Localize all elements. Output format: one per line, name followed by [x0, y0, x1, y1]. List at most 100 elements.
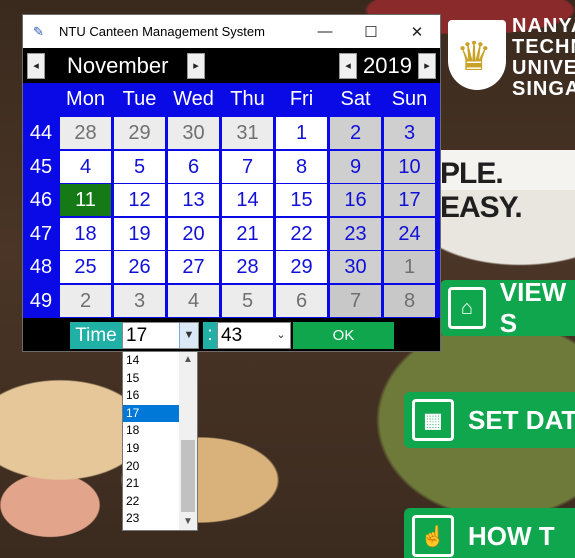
day-cell[interactable]: 22: [276, 217, 327, 250]
day-cell[interactable]: 30: [330, 251, 381, 284]
day-cell[interactable]: 11: [60, 184, 111, 217]
next-year-button[interactable]: ▸: [418, 52, 436, 79]
next-month-button[interactable]: ▸: [187, 52, 205, 79]
scroll-up-icon[interactable]: ▲: [179, 352, 197, 368]
minute-select[interactable]: 43 ⌄: [217, 322, 291, 349]
weekday-header: Sun: [391, 88, 428, 110]
day-cell[interactable]: 13: [168, 184, 219, 217]
scroll-thumb[interactable]: [181, 440, 195, 512]
day-cell[interactable]: 7: [330, 285, 381, 317]
day-cell[interactable]: 12: [114, 184, 165, 217]
prev-month-button[interactable]: ◂: [27, 52, 45, 79]
day-cell[interactable]: 25: [60, 251, 111, 284]
day-cell[interactable]: 4: [60, 150, 111, 183]
day-cell[interactable]: 15: [276, 184, 327, 217]
dropdown-option[interactable]: 17: [123, 404, 181, 423]
day-cell[interactable]: 6: [168, 150, 219, 183]
day-cell[interactable]: 19: [114, 217, 165, 250]
weekday-header: Fri: [289, 88, 314, 110]
day-cell[interactable]: 28: [60, 117, 111, 149]
hour-select[interactable]: 17 ▼: [122, 322, 199, 349]
day-cell[interactable]: 30: [168, 117, 219, 149]
day-cell[interactable]: 4: [168, 285, 219, 317]
day-cell[interactable]: 18: [60, 217, 111, 250]
day-cell[interactable]: 16: [330, 184, 381, 217]
window-title: NTU Canteen Management System: [59, 24, 265, 39]
time-row: Time 17 ▼ : 43 ⌄ OK: [23, 319, 440, 351]
lion-crest-icon: ♛: [456, 35, 492, 79]
how-to-button[interactable]: ☝ HOW T: [404, 508, 575, 558]
week-number: 48: [29, 256, 53, 279]
day-cell[interactable]: 2: [60, 285, 111, 317]
prev-year-button[interactable]: ◂: [339, 52, 358, 79]
calendar-grid: Mon Tue Wed Thu Fri Sat Sun 44 28 29 30 31 1 2 3 45 4 5 6 7…: [23, 83, 440, 318]
weekday-header: Thu: [230, 88, 265, 110]
dropdown-option[interactable]: 14: [123, 352, 181, 370]
slogan-text: PLE. EASY.: [440, 157, 523, 224]
close-button[interactable]: ✕: [394, 15, 440, 48]
set-date-button[interactable]: ▦ SET DAT: [404, 392, 575, 448]
day-cell[interactable]: 6: [276, 285, 327, 317]
day-cell[interactable]: 23: [330, 217, 381, 250]
feather-app-icon: ✎: [33, 23, 44, 39]
week-number: 49: [29, 290, 53, 312]
week-number: 44: [29, 122, 53, 144]
calendar-clock-icon: ▦: [412, 399, 454, 441]
day-cell[interactable]: 2: [330, 117, 381, 149]
week-number: 45: [29, 155, 53, 178]
view-stalls-button[interactable]: ⌂ VIEW S: [440, 277, 575, 338]
time-label: Time: [70, 322, 122, 349]
month-label: November: [67, 52, 169, 78]
dropdown-option[interactable]: 21: [123, 475, 181, 493]
day-cell[interactable]: 29: [114, 117, 165, 149]
day-cell[interactable]: 27: [168, 251, 219, 284]
day-cell[interactable]: 1: [384, 251, 435, 284]
day-cell[interactable]: 24: [384, 217, 435, 250]
ok-button[interactable]: OK: [293, 322, 394, 349]
dropdown-scrollbar[interactable]: ▲ ▼: [179, 352, 197, 530]
dropdown-option[interactable]: 16: [123, 387, 181, 405]
day-cell[interactable]: 21: [222, 217, 273, 250]
week-number: 47: [29, 222, 53, 245]
scroll-down-icon[interactable]: ▼: [179, 514, 197, 530]
dropdown-option[interactable]: 22: [123, 493, 181, 511]
day-cell[interactable]: 7: [222, 150, 273, 183]
day-cell[interactable]: 3: [384, 117, 435, 149]
day-cell[interactable]: 17: [384, 184, 435, 217]
day-cell[interactable]: 9: [330, 150, 381, 183]
calendar-window: ✎ NTU Canteen Management System — ☐ ✕ ◂ …: [22, 14, 441, 352]
university-name: NANYA TECHN UNIVE SINGA: [512, 15, 575, 100]
weekday-header: Sat: [340, 88, 371, 110]
day-cell[interactable]: 5: [222, 285, 273, 317]
minute-value: 43: [221, 325, 243, 346]
day-cell[interactable]: 5: [114, 150, 165, 183]
dropdown-option[interactable]: 19: [123, 440, 181, 458]
time-separator: :: [203, 322, 217, 349]
hour-value: 17: [126, 325, 148, 346]
weekday-header: Tue: [122, 88, 157, 110]
day-cell[interactable]: 26: [114, 251, 165, 284]
hour-dropdown-list[interactable]: 14 15 16 17 18 19 20 21 22 23 ▲ ▼: [122, 351, 198, 531]
day-cell[interactable]: 31: [222, 117, 273, 149]
day-cell[interactable]: 1: [276, 117, 327, 149]
weekday-header: Wed: [173, 88, 214, 110]
dropdown-option[interactable]: 18: [123, 422, 181, 440]
day-cell[interactable]: 8: [276, 150, 327, 183]
day-cell[interactable]: 28: [222, 251, 273, 284]
day-cell[interactable]: 20: [168, 217, 219, 250]
weekday-header: Mon: [66, 88, 105, 110]
minimize-button[interactable]: —: [302, 15, 348, 48]
chevron-down-icon[interactable]: ⌄: [272, 323, 290, 348]
touch-icon: ☝: [412, 515, 454, 557]
dropdown-option[interactable]: 23: [123, 510, 181, 528]
chevron-down-icon[interactable]: ▼: [179, 323, 198, 348]
dropdown-option[interactable]: 20: [123, 458, 181, 476]
day-cell[interactable]: 14: [222, 184, 273, 217]
day-cell[interactable]: 10: [384, 150, 435, 183]
maximize-button[interactable]: ☐: [348, 15, 394, 48]
dropdown-option[interactable]: 15: [123, 370, 181, 388]
title-bar[interactable]: ✎ NTU Canteen Management System — ☐ ✕: [23, 15, 440, 48]
day-cell[interactable]: 8: [384, 285, 435, 317]
day-cell[interactable]: 29: [276, 251, 327, 284]
day-cell[interactable]: 3: [114, 285, 165, 317]
